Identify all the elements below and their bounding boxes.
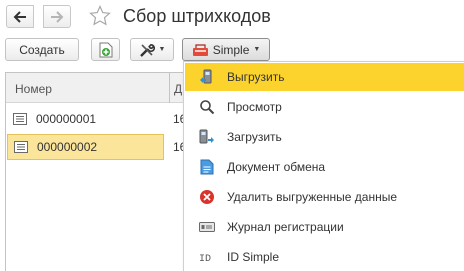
menu-item-label: Просмотр xyxy=(227,100,282,114)
table-row[interactable]: 000000001 16 xyxy=(6,106,186,132)
menu-item-label: Загрузить xyxy=(227,130,282,144)
menu-item-label: Выгрузить xyxy=(227,70,285,84)
menu-item-label: Журнал регистрации xyxy=(227,220,344,234)
tools-icon xyxy=(139,43,155,57)
simple-label: Simple xyxy=(212,42,250,57)
more-actions-button[interactable]: ▼ xyxy=(130,38,174,61)
svg-text:ID: ID xyxy=(199,254,211,263)
chevron-down-icon: ▼ xyxy=(253,46,261,53)
scanner-upload-icon xyxy=(199,69,215,85)
log-icon xyxy=(199,219,215,235)
menu-item-label: ID Simple xyxy=(227,250,280,264)
arrow-left-icon xyxy=(13,10,26,23)
column-divider[interactable] xyxy=(169,73,170,103)
document-icon xyxy=(199,159,215,175)
arrow-right-icon xyxy=(51,10,64,23)
forward-button[interactable] xyxy=(43,5,71,28)
add-document-icon xyxy=(99,42,112,57)
table-row[interactable]: 000000002 16 xyxy=(6,134,186,160)
menu-item-preview[interactable]: Просмотр xyxy=(185,93,464,121)
chevron-down-icon: ▼ xyxy=(158,46,166,53)
document-list-icon xyxy=(13,113,27,125)
add-button[interactable] xyxy=(91,38,120,61)
row-number: 000000002 xyxy=(37,140,98,154)
menu-item-label: Удалить выгруженные данные xyxy=(227,190,398,204)
menu-item-label: Документ обмена xyxy=(227,160,326,174)
menu-item-event-log[interactable]: Журнал регистрации xyxy=(185,213,464,241)
documents-table: Номер Д 000000001 16 000000002 16 xyxy=(5,72,186,271)
back-button[interactable] xyxy=(6,5,34,28)
document-list-icon xyxy=(14,141,28,153)
delete-icon xyxy=(199,189,215,205)
row-number: 000000001 xyxy=(36,112,97,126)
menu-item-download[interactable]: Загрузить xyxy=(185,123,464,151)
create-button[interactable]: Создать xyxy=(5,38,79,61)
simple-dropdown-menu: Выгрузить Просмотр Загрузить Документ об… xyxy=(183,61,464,271)
scanner-download-icon xyxy=(199,129,215,145)
menu-item-id-simple[interactable]: ID ID Simple xyxy=(185,243,464,271)
menu-item-delete-exported[interactable]: Удалить выгруженные данные xyxy=(185,183,464,211)
page-title: Сбор штрихкодов xyxy=(123,6,271,26)
menu-item-upload[interactable]: Выгрузить xyxy=(185,63,464,91)
column-header-date[interactable]: Д xyxy=(174,82,182,96)
id-icon: ID xyxy=(199,249,215,265)
column-header-number[interactable]: Номер xyxy=(15,82,52,96)
magnifier-icon xyxy=(199,99,215,115)
menu-item-exchange-document[interactable]: Документ обмена xyxy=(185,153,464,181)
table-header: Номер Д xyxy=(6,72,185,103)
scanner-icon xyxy=(192,43,208,56)
simple-dropdown-button[interactable]: Simple ▼ xyxy=(182,38,270,61)
favorite-star-icon[interactable] xyxy=(89,5,111,30)
